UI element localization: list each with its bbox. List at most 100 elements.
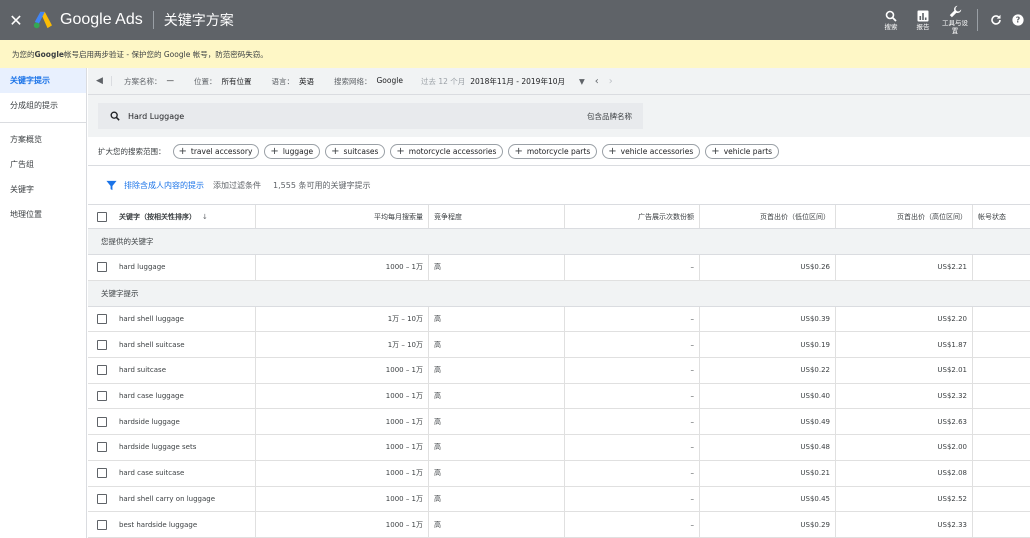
- table-row[interactable]: hard luggage 1000 – 1万高 – US$0.26 US$2.21: [88, 255, 1030, 281]
- sidebar-divider: [0, 122, 86, 123]
- search-tool-label: 搜索: [884, 22, 898, 31]
- row-checkbox[interactable]: [97, 493, 107, 504]
- date-range-value[interactable]: 2018年11月 - 2019年10月: [470, 76, 565, 87]
- keyword-text: hard case luggage: [119, 392, 184, 401]
- row-checkbox[interactable]: [97, 442, 107, 453]
- keyword-search-input[interactable]: Hard Luggage: [98, 103, 643, 129]
- network-filter[interactable]: 搜索网络： Google: [334, 76, 403, 87]
- exclude-adult-filter[interactable]: 排除含成人内容的提示: [124, 180, 204, 191]
- add-filter-button[interactable]: 添加过滤条件: [213, 180, 261, 191]
- keyword-text: hard suitcase: [119, 366, 167, 375]
- competition-cell: 高: [429, 512, 565, 537]
- row-checkbox[interactable]: [97, 468, 107, 479]
- competition-cell: 高: [429, 255, 565, 280]
- table-row[interactable]: best hardside luggage 1000 – 1万高 – US$0.29 U…: [88, 512, 1030, 538]
- reports-tool-button[interactable]: 报告: [908, 10, 938, 31]
- row-checkbox[interactable]: [97, 519, 107, 530]
- keyword-cell: hard shell suitcase: [88, 332, 256, 358]
- chip-vehicle-parts[interactable]: + vehicle parts: [705, 143, 780, 159]
- header-competition[interactable]: 竞争程度: [429, 205, 565, 228]
- table-row[interactable]: hard case suitcase 1000 – 1万高 – US$0.21 US$2…: [88, 460, 1030, 487]
- avg-monthly-searches-cell: 1000 – 1万: [256, 255, 429, 280]
- keyword-cell: hardside luggage sets: [88, 435, 256, 460]
- row-checkbox[interactable]: [97, 416, 107, 427]
- chip-luggage[interactable]: + luggage: [264, 143, 321, 159]
- chip-motorcycle-parts[interactable]: + motorcycle parts: [508, 143, 598, 159]
- row-checkbox[interactable]: [97, 391, 107, 402]
- select-all-checkbox[interactable]: [97, 211, 107, 222]
- avg-monthly-searches-cell: 1000 – 1万: [256, 358, 429, 383]
- chip-label: suitcases: [343, 146, 379, 156]
- header-avg-monthly-searches[interactable]: 平均每月搜索量: [256, 205, 429, 228]
- account-status-cell: [973, 332, 1030, 357]
- sidebar-item-grouped-ideas[interactable]: 分成组的提示: [0, 93, 86, 118]
- chip-label: vehicle accessories: [620, 146, 694, 156]
- search-tool-button[interactable]: 搜索: [876, 10, 906, 31]
- header-top-bid-low[interactable]: 页首出价（低位区间）: [700, 205, 836, 228]
- plan-name-filter[interactable]: 方案名称： —: [124, 76, 174, 87]
- header-keyword[interactable]: 关键字（按相关性排序） ↓: [88, 205, 256, 228]
- language-filter[interactable]: 语言： 英语: [272, 76, 315, 87]
- top-bid-high-cell: US$2.21: [836, 255, 973, 280]
- chip-label: luggage: [282, 146, 314, 156]
- chip-vehicle-accessories[interactable]: + vehicle accessories: [602, 143, 701, 159]
- date-next-icon[interactable]: ›: [609, 76, 613, 87]
- row-checkbox[interactable]: [97, 365, 107, 376]
- collapse-sidebar-icon[interactable]: ◀: [88, 76, 112, 86]
- broaden-search-row: 扩大您的搜索范围： + travel accessory + luggage + su…: [88, 137, 1030, 166]
- chip-motorcycle-accessories[interactable]: + motorcycle accessories: [390, 143, 504, 159]
- header-account-status[interactable]: 帐号状态: [973, 205, 1030, 228]
- location-filter[interactable]: 位置： 所有位置: [194, 76, 252, 87]
- impression-share-cell: –: [565, 486, 700, 512]
- impression-share-cell: –: [565, 332, 700, 358]
- brand-name[interactable]: Google Ads: [60, 11, 154, 29]
- help-button[interactable]: ?: [1008, 14, 1028, 26]
- row-checkbox[interactable]: [97, 339, 107, 350]
- table-row[interactable]: hard shell carry on luggage 1000 – 1万高 – US…: [88, 486, 1030, 513]
- close-icon[interactable]: ✕: [0, 11, 32, 30]
- chip-suitcases[interactable]: + suitcases: [325, 143, 386, 159]
- top-bid-low-cell: US$0.22: [700, 358, 836, 383]
- plus-icon: +: [711, 145, 720, 157]
- date-prev-icon[interactable]: ‹: [595, 76, 599, 87]
- keyword-text: hard luggage: [119, 263, 166, 272]
- location-value: 所有位置: [221, 76, 252, 86]
- top-bid-low-cell: US$0.45: [700, 486, 836, 512]
- table-row[interactable]: hard suitcase 1000 – 1万高 – US$0.22 US$2.01: [88, 358, 1030, 384]
- refresh-button[interactable]: [986, 14, 1006, 26]
- search-icon: [885, 10, 897, 22]
- two-step-verification-notice[interactable]: 为您的 Google 帐号启用两步验证 - 保护您的 Google 帐号，防范密…: [0, 40, 1030, 68]
- table-row[interactable]: hardside luggage 1000 – 1万高 – US$0.49 US$2.6…: [88, 409, 1030, 436]
- sidebar-item-locations[interactable]: 地理位置: [0, 202, 86, 227]
- chip-label: motorcycle parts: [526, 146, 591, 156]
- impression-share-cell: –: [565, 255, 700, 280]
- sidebar-item-plan-overview[interactable]: 方案概览: [0, 127, 86, 152]
- keyword-cell: hard shell luggage: [88, 306, 256, 332]
- header-top-bid-high[interactable]: 页首出价（高位区间）: [836, 205, 973, 228]
- top-bid-low-cell: US$0.21: [700, 460, 836, 486]
- avg-monthly-searches-cell: 1000 – 1万: [256, 460, 429, 486]
- table-row[interactable]: hard shell suitcase 1万 – 10万高 – US$0.19 US$1…: [88, 332, 1030, 359]
- table-row[interactable]: hard shell luggage 1万 – 10万高 – US$0.39 US$2.…: [88, 306, 1030, 333]
- keyword-cell: hard case suitcase: [88, 460, 256, 486]
- row-checkbox[interactable]: [97, 262, 107, 273]
- filter-icon[interactable]: [106, 180, 117, 191]
- chip-travel-accessory[interactable]: + travel accessory: [172, 143, 260, 159]
- tools-settings-button[interactable]: 工具与设置: [940, 5, 970, 35]
- header-ad-impression-share[interactable]: 广告展示次数份额: [565, 205, 700, 228]
- language-label: 语言：: [271, 76, 295, 86]
- sort-arrow-icon[interactable]: ↓: [202, 213, 208, 221]
- sidebar-item-keywords[interactable]: 关键字: [0, 177, 86, 202]
- table-row[interactable]: hard case luggage 1000 – 1万高 – US$0.40 US$2.…: [88, 383, 1030, 410]
- sidebar-item-ad-groups[interactable]: 广告组: [0, 152, 86, 177]
- competition-cell: 高: [429, 409, 565, 435]
- plus-icon: +: [178, 145, 187, 157]
- row-checkbox[interactable]: [97, 314, 107, 325]
- plus-icon: +: [514, 145, 523, 157]
- top-bid-high-cell: US$1.87: [836, 332, 973, 358]
- account-status-cell: [973, 255, 1030, 280]
- date-dropdown-icon[interactable]: ▼: [579, 77, 585, 86]
- table-row[interactable]: hardside luggage sets 1000 – 1万高 – US$0.48 U…: [88, 435, 1030, 461]
- include-brand-names-toggle[interactable]: 包含品牌名称: [587, 111, 632, 122]
- sidebar-item-keyword-ideas[interactable]: 关键字提示: [0, 68, 86, 93]
